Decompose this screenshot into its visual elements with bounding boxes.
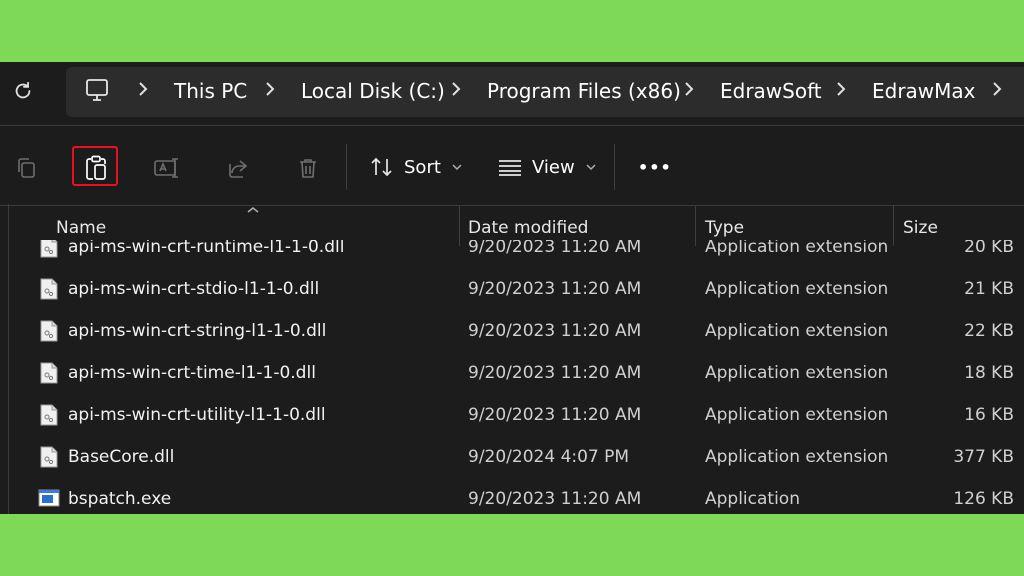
file-date: 9/20/2023 11:20 AM: [468, 279, 642, 299]
more-options-button[interactable]: •••: [638, 152, 672, 182]
copy-icon: [18, 158, 35, 178]
file-name: api-ms-win-crt-stdio-l1-1-0.dll: [68, 279, 320, 299]
more-options-icon: •••: [638, 157, 672, 177]
breadcrumb-edrawsoft[interactable]: EdrawSoft: [720, 78, 822, 104]
chevron-right-icon[interactable]: [263, 79, 277, 99]
sort-button[interactable]: Sort: [370, 152, 463, 182]
toolbar-separator: [614, 144, 615, 190]
file-type: Application extension: [705, 279, 889, 299]
file-date: 9/20/2023 11:20 AM: [468, 363, 642, 383]
file-type: Application extension: [705, 321, 889, 341]
file-name: api-ms-win-crt-utility-l1-1-0.dll: [68, 405, 326, 425]
refresh-button[interactable]: [8, 76, 38, 106]
file-date: 9/20/2024 4:07 PM: [468, 447, 630, 467]
this-pc-monitor-icon[interactable]: [84, 77, 110, 103]
breadcrumb-edrawmax[interactable]: EdrawMax: [872, 78, 976, 104]
file-type: Application extension: [705, 363, 889, 383]
rename-button[interactable]: [145, 146, 189, 190]
file-list: api-ms-win-crt-runtime-l1-1-0.dll 9/20/2…: [0, 240, 1024, 514]
file-row[interactable]: api-ms-win-crt-runtime-l1-1-0.dll 9/20/2…: [0, 240, 1024, 268]
dll-file-icon: [40, 320, 58, 342]
file-type: Application: [705, 489, 800, 509]
dll-file-icon: [40, 404, 58, 426]
file-row[interactable]: bspatch.exe 9/20/2023 11:20 AM Applicati…: [0, 478, 1024, 514]
chevron-right-icon[interactable]: [682, 79, 696, 99]
breadcrumb-local-disk[interactable]: Local Disk (C:): [301, 78, 445, 104]
file-type: Application extension: [705, 447, 889, 467]
toolbar-divider: [0, 205, 1024, 206]
dll-file-icon: [40, 278, 58, 300]
file-type: Application extension: [705, 405, 889, 425]
file-name: api-ms-win-crt-time-l1-1-0.dll: [68, 363, 316, 383]
file-name: api-ms-win-crt-string-l1-1-0.dll: [68, 321, 327, 341]
file-date: 9/20/2023 11:20 AM: [468, 240, 642, 257]
view-label: View: [532, 156, 575, 178]
chevron-right-icon[interactable]: [136, 79, 150, 99]
chevron-right-icon[interactable]: [990, 79, 1004, 99]
refresh-icon: [15, 81, 31, 99]
file-date: 9/20/2023 11:20 AM: [468, 321, 642, 341]
sort-ascending-indicator-icon: [247, 207, 259, 213]
file-size: 377 KB: [953, 447, 1014, 467]
dll-file-icon: [40, 446, 58, 468]
share-button[interactable]: [216, 146, 260, 190]
file-size: 20 KB: [964, 240, 1014, 257]
dll-file-icon: [40, 240, 58, 258]
file-row[interactable]: api-ms-win-crt-string-l1-1-0.dll 9/20/20…: [0, 310, 1024, 352]
exe-file-icon: [38, 489, 60, 507]
chevron-right-icon[interactable]: [834, 79, 848, 99]
file-name: bspatch.exe: [68, 489, 172, 509]
view-button[interactable]: View: [498, 152, 597, 182]
file-date: 9/20/2023 11:20 AM: [468, 489, 642, 509]
file-row[interactable]: api-ms-win-crt-stdio-l1-1-0.dll 9/20/202…: [0, 268, 1024, 310]
share-icon: [229, 160, 248, 178]
breadcrumb-program-files-x86[interactable]: Program Files (x86): [487, 78, 681, 104]
file-size: 22 KB: [964, 321, 1014, 341]
file-row[interactable]: api-ms-win-crt-utility-l1-1-0.dll 9/20/2…: [0, 394, 1024, 436]
command-bar: Sort View •••: [0, 126, 1024, 204]
address-row: This PC Local Disk (C:) Program Files (x…: [0, 62, 1024, 122]
file-size: 16 KB: [964, 405, 1014, 425]
toolbar-separator: [346, 144, 347, 190]
file-explorer-window: This PC Local Disk (C:) Program Files (x…: [0, 62, 1024, 514]
file-size: 21 KB: [964, 279, 1014, 299]
chevron-down-icon: [452, 164, 462, 171]
copy-button[interactable]: [4, 146, 48, 190]
chevron-right-icon[interactable]: [449, 79, 463, 99]
sort-label: Sort: [404, 156, 441, 178]
file-row[interactable]: api-ms-win-crt-time-l1-1-0.dll 9/20/2023…: [0, 352, 1024, 394]
chevron-down-icon: [586, 164, 596, 171]
breadcrumb-this-pc[interactable]: This PC: [174, 78, 247, 104]
file-name: BaseCore.dll: [68, 447, 175, 467]
trash-icon: [300, 159, 316, 178]
view-lines-icon: [499, 160, 521, 176]
delete-button[interactable]: [286, 146, 330, 190]
paste-button-highlight: [72, 146, 118, 186]
file-type: Application extension: [705, 240, 889, 257]
file-size: 18 KB: [964, 363, 1014, 383]
file-row[interactable]: BaseCore.dll 9/20/2024 4:07 PM Applicati…: [0, 436, 1024, 478]
dll-file-icon: [40, 362, 58, 384]
file-size: 126 KB: [953, 489, 1014, 509]
file-name: api-ms-win-crt-runtime-l1-1-0.dll: [68, 240, 345, 257]
rename-icon: [154, 158, 178, 178]
file-date: 9/20/2023 11:20 AM: [468, 405, 642, 425]
sort-arrows-icon: [371, 157, 392, 177]
